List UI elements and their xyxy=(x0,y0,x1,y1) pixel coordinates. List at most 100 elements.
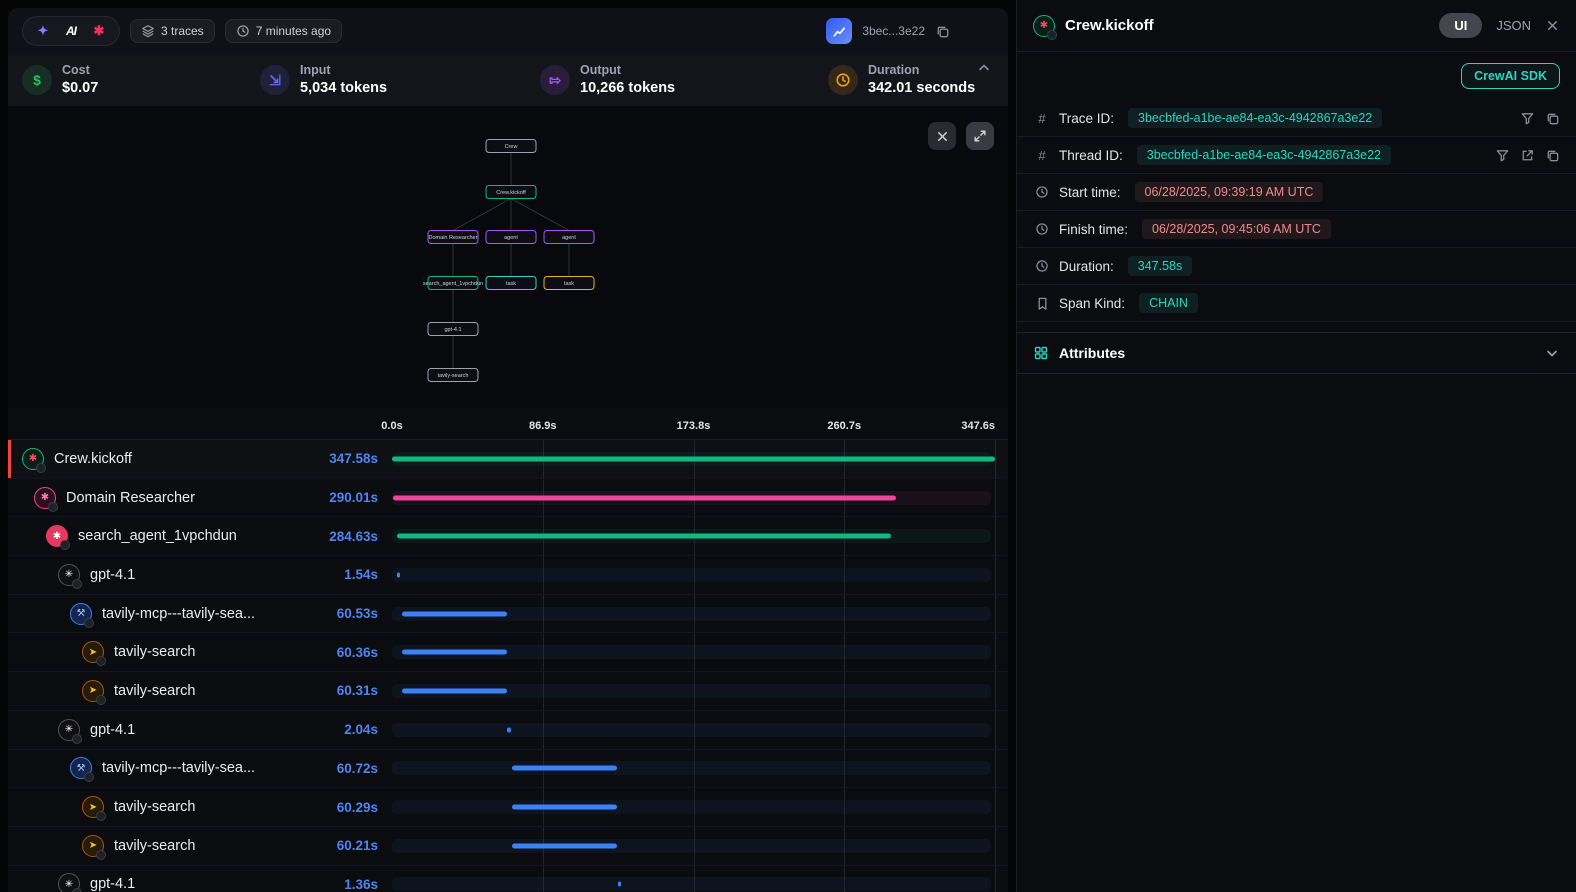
span-duration: 60.31s xyxy=(337,683,378,698)
expand-graph-icon[interactable] xyxy=(966,122,994,150)
svg-text:Crew.kickoff: Crew.kickoff xyxy=(496,190,526,196)
agent-icon: ✱ xyxy=(34,487,56,509)
close-graph-icon[interactable] xyxy=(928,122,956,150)
graph-node[interactable]: agent xyxy=(544,231,594,244)
detail-field-row: #Thread ID:3becbfed-a1be-ae84-ea3c-49428… xyxy=(1017,137,1576,174)
time-ago-badge: 7 minutes ago xyxy=(225,19,342,43)
graph-node[interactable]: task xyxy=(486,277,536,290)
span-bar xyxy=(397,572,400,577)
sdk-badge[interactable]: CrewAI SDK xyxy=(1461,63,1560,89)
crew-icon: ✱ xyxy=(22,448,44,470)
detail-field-row: Finish time:06/28/2025, 09:45:06 AM UTC xyxy=(1017,211,1576,248)
span-bar-lane xyxy=(392,866,995,892)
chart-icon[interactable] xyxy=(826,18,852,44)
stat-text: Cost$0.07 xyxy=(62,63,98,97)
span-bar xyxy=(512,843,616,848)
copy-trace-id-icon[interactable] xyxy=(935,24,950,39)
span-duration: 60.21s xyxy=(337,838,378,853)
chevron-down-icon xyxy=(1544,345,1560,361)
traces-count-label: 3 traces xyxy=(161,24,204,38)
close-panel-icon[interactable] xyxy=(1545,18,1560,33)
span-bar xyxy=(507,727,511,732)
graph-node[interactable]: gpt-4.1 xyxy=(428,323,478,336)
trace-viewer-app: ✦ AI ✱ 3 traces 7 minutes ago 3bec...3e2… xyxy=(0,0,1576,892)
stat-label: Cost xyxy=(62,63,98,79)
crew-icon: ✱ xyxy=(1033,15,1055,37)
span-bar xyxy=(402,650,507,655)
hash-icon: # xyxy=(1033,148,1051,163)
span-duration: 2.04s xyxy=(344,722,378,737)
graph-node[interactable]: agent xyxy=(486,231,536,244)
span-duration: 284.63s xyxy=(329,529,378,544)
collapse-stats-icon[interactable] xyxy=(976,60,992,76)
stat-duration: Duration342.01 seconds xyxy=(828,63,975,97)
topbar-right: 3bec...3e22 xyxy=(826,18,950,44)
graph-node[interactable]: Crew.kickoff xyxy=(486,186,536,199)
crewai-icon: ✱ xyxy=(46,525,68,547)
waterfall: ✱Crew.kickoff347.58s✱Domain Researcher29… xyxy=(8,440,1008,892)
span-bar xyxy=(402,688,507,693)
span-row[interactable]: ➤tavily-search60.29s xyxy=(8,788,1008,827)
span-row[interactable]: ✳gpt-4.11.36s xyxy=(8,866,1008,892)
timeline-tick: 0.0s xyxy=(381,420,402,432)
stat-cost: $Cost$0.07 xyxy=(22,63,260,97)
graph-node[interactable]: Crew xyxy=(486,140,536,153)
svg-text:tavily-search: tavily-search xyxy=(438,373,469,379)
span-row-left: ✳gpt-4.12.04s xyxy=(8,719,392,741)
traces-count-badge[interactable]: 3 traces xyxy=(130,19,215,43)
span-row[interactable]: ➤tavily-search60.36s xyxy=(8,633,1008,672)
span-row[interactable]: ✱search_agent_1vpchdun284.63s xyxy=(8,517,1008,556)
field-value: 347.58s xyxy=(1128,256,1192,276)
timeline-tick: 173.8s xyxy=(677,420,711,432)
trace-short-id: 3bec...3e22 xyxy=(862,24,925,38)
field-actions xyxy=(1520,111,1560,126)
span-row[interactable]: ✳gpt-4.11.54s xyxy=(8,556,1008,595)
span-row[interactable]: ➤tavily-search60.31s xyxy=(8,672,1008,711)
span-duration: 1.36s xyxy=(344,877,378,892)
stat-text: Input5,034 tokens xyxy=(300,63,387,97)
svg-text:Domain Researcher: Domain Researcher xyxy=(429,235,478,241)
external-link-icon[interactable] xyxy=(1520,148,1535,163)
tab-json[interactable]: JSON xyxy=(1496,18,1531,33)
span-row-left: ✳gpt-4.11.36s xyxy=(8,873,392,892)
stat-value: 5,034 tokens xyxy=(300,79,387,97)
clock-icon xyxy=(1033,185,1051,199)
copy-icon[interactable] xyxy=(1545,148,1560,163)
attributes-section-header[interactable]: Attributes xyxy=(1017,332,1576,374)
detail-field-row: Duration:347.58s xyxy=(1017,248,1576,285)
field-value: 3becbfed-a1be-ae84-ea3c-4942867a3e22 xyxy=(1137,145,1391,165)
span-bar-lane xyxy=(392,517,995,555)
span-row[interactable]: ✱Crew.kickoff347.58s xyxy=(8,440,1008,479)
span-bar-lane xyxy=(392,440,995,478)
field-label: Span Kind: xyxy=(1059,296,1125,311)
span-bar-lane xyxy=(392,672,995,710)
copy-icon[interactable] xyxy=(1545,111,1560,126)
span-row[interactable]: ➤tavily-search60.21s xyxy=(8,827,1008,866)
span-row[interactable]: ✳gpt-4.12.04s xyxy=(8,711,1008,750)
span-row-left: ✳gpt-4.11.54s xyxy=(8,564,392,586)
graph-node[interactable]: search_agent_1vpchdun xyxy=(423,277,483,290)
graph-node[interactable]: task xyxy=(544,277,594,290)
span-row-left: ⚒tavily-mcp---tavily-sea...60.53s xyxy=(8,603,392,625)
span-bar xyxy=(512,805,617,810)
svg-text:agent: agent xyxy=(562,235,576,241)
stats-items: $Cost$0.07⇲Input5,034 tokens⇰Output10,26… xyxy=(22,63,994,97)
graph-node[interactable]: tavily-search xyxy=(428,369,478,382)
span-name: Crew.kickoff xyxy=(54,451,132,467)
span-row-left: ✱Crew.kickoff347.58s xyxy=(8,448,392,470)
filter-icon[interactable] xyxy=(1520,111,1535,126)
span-row[interactable]: ⚒tavily-mcp---tavily-sea...60.72s xyxy=(8,750,1008,789)
detail-field-row: Start time:06/28/2025, 09:39:19 AM UTC xyxy=(1017,174,1576,211)
span-row[interactable]: ✱Domain Researcher290.01s xyxy=(8,479,1008,518)
span-row[interactable]: ⚒tavily-mcp---tavily-sea...60.53s xyxy=(8,595,1008,634)
openai-icon: ✳ xyxy=(58,873,80,892)
span-bar-lane xyxy=(392,827,995,865)
span-bar-lane xyxy=(392,711,995,749)
graph-node[interactable]: Domain Researcher xyxy=(428,231,478,244)
layers-icon xyxy=(141,24,155,38)
span-bar-lane xyxy=(392,788,995,826)
span-name: tavily-search xyxy=(114,644,195,660)
span-row-left: ✱Domain Researcher290.01s xyxy=(8,487,392,509)
tab-ui[interactable]: UI xyxy=(1439,13,1482,38)
filter-icon[interactable] xyxy=(1495,148,1510,163)
